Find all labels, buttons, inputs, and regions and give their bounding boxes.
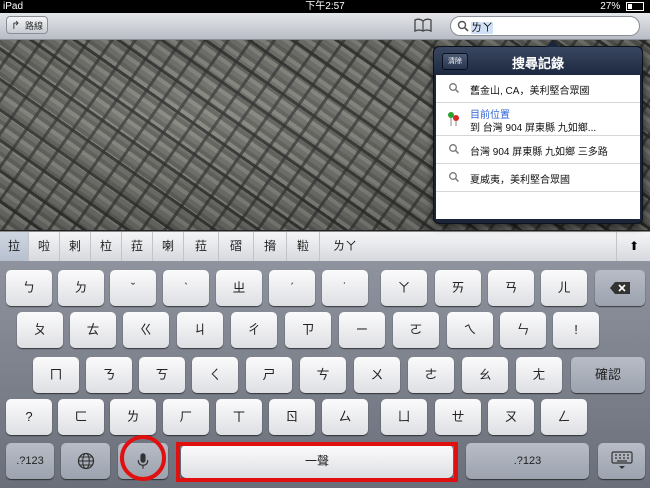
search-history-popover: 清除 搜尋記錄 舊金山, CA，美利堅合眾國 目前位置 到 台灣 904 屏東縣… <box>433 40 643 224</box>
key-d[interactable]: ㄉ <box>58 270 104 306</box>
backspace-key[interactable] <box>595 270 645 306</box>
history-item-hawaii[interactable]: 夏威夷，美利堅合眾國 <box>436 164 640 192</box>
key-ou[interactable]: ㄡ <box>488 399 534 435</box>
candidate-1[interactable]: 啦 <box>29 232 60 261</box>
search-icon <box>449 144 460 155</box>
key-c[interactable]: ㄘ <box>300 357 346 393</box>
search-input-text: ㄌㄚ <box>471 22 493 34</box>
key-f[interactable]: ㄈ <box>58 399 104 435</box>
candidate-3[interactable]: 柆 <box>91 232 122 261</box>
confirm-key[interactable]: 確認 <box>571 357 645 393</box>
key-zh[interactable]: ㄓ <box>216 270 262 306</box>
history-item-label: 夏威夷，美利堅合眾國 <box>470 175 570 186</box>
history-item-san-francisco[interactable]: 舊金山, CA，美利堅合眾國 <box>436 75 640 103</box>
candidate-bar: 拉 啦 剌 柆 菈 喇 菈 磖 搚 鞡 ㄌㄚ ⬆ <box>0 231 650 262</box>
clock: 下午2:57 <box>305 1 345 12</box>
candidate-2[interactable]: 剌 <box>60 232 91 261</box>
key-tone3[interactable]: ˇ <box>110 270 156 306</box>
globe-key[interactable] <box>61 443 110 479</box>
key-ang[interactable]: ㄤ <box>516 357 562 393</box>
annotation-circle <box>120 435 166 481</box>
key-tone2[interactable]: ˊ <box>269 270 315 306</box>
candidate-9[interactable]: 鞡 <box>287 232 320 261</box>
key-neutral-tone[interactable]: ˙ <box>322 270 368 306</box>
key-question[interactable]: ? <box>6 399 52 435</box>
candidate-6[interactable]: 菈 <box>184 232 219 261</box>
battery-status: 27% <box>600 0 644 13</box>
search-field[interactable]: ㄌㄚ <box>450 16 640 36</box>
history-item-label: 台灣 904 屏東縣 九如鄉 三多路 <box>470 147 608 158</box>
candidate-7[interactable]: 磖 <box>219 232 254 261</box>
key-i[interactable]: ㄧ <box>339 312 385 348</box>
candidate-4[interactable]: 菈 <box>122 232 153 261</box>
key-x[interactable]: ㄒ <box>216 399 262 435</box>
key-k[interactable]: ㄎ <box>139 357 185 393</box>
key-a[interactable]: ㄚ <box>381 270 427 306</box>
key-u[interactable]: ㄨ <box>354 357 400 393</box>
key-r[interactable]: ㄖ <box>269 399 315 435</box>
status-bar: iPad 下午2:57 27% <box>0 0 650 13</box>
history-item-subtitle: 到 台灣 904 屏東縣 九如鄉... <box>470 123 597 134</box>
hide-keyboard-key[interactable] <box>598 443 645 479</box>
key-exclamation[interactable]: ! <box>553 312 599 348</box>
globe-icon <box>77 452 94 470</box>
history-item-label: 舊金山, CA，美利堅合眾國 <box>470 86 590 97</box>
battery-icon <box>626 1 644 11</box>
candidate-0[interactable]: 拉 <box>0 232 29 261</box>
route-button-label: 路線 <box>24 21 43 31</box>
key-ai[interactable]: ㄞ <box>435 270 481 306</box>
maps-toolbar: ↱ 路線 ㄌㄚ <box>0 13 650 40</box>
key-l[interactable]: ㄌ <box>110 399 156 435</box>
popover-title: 搜尋記錄 <box>511 56 564 71</box>
key-h[interactable]: ㄏ <box>163 399 209 435</box>
key-m[interactable]: ㄇ <box>33 357 79 393</box>
key-z[interactable]: ㄗ <box>285 312 331 348</box>
route-arrow-icon: ↱ <box>11 20 21 32</box>
key-ao[interactable]: ㄠ <box>462 357 508 393</box>
key-s[interactable]: ㄙ <box>322 399 368 435</box>
key-t[interactable]: ㄊ <box>70 312 116 348</box>
search-icon <box>449 83 460 94</box>
key-eng[interactable]: ㄥ <box>541 399 587 435</box>
history-list: 舊金山, CA，美利堅合眾國 目前位置 到 台灣 904 屏東縣 九如鄉... … <box>436 75 640 219</box>
key-eh[interactable]: ㄝ <box>435 399 481 435</box>
route-button[interactable]: ↱ 路線 <box>6 16 48 34</box>
key-en[interactable]: ㄣ <box>500 312 546 348</box>
key-an[interactable]: ㄢ <box>488 270 534 306</box>
key-e[interactable]: ㄜ <box>408 357 454 393</box>
keyboard-hide-icon <box>610 451 633 469</box>
key-j[interactable]: ㄐ <box>177 312 223 348</box>
key-o[interactable]: ㄛ <box>393 312 439 348</box>
key-tone4[interactable]: ˋ <box>163 270 209 306</box>
key-ch[interactable]: ㄔ <box>231 312 277 348</box>
key-sh[interactable]: ㄕ <box>246 357 292 393</box>
annotation-rectangle <box>176 442 458 482</box>
candidate-8[interactable]: 搚 <box>254 232 287 261</box>
key-q[interactable]: ㄑ <box>192 357 238 393</box>
route-pins-icon <box>448 112 459 126</box>
key-ei[interactable]: ㄟ <box>447 312 493 348</box>
key-p[interactable]: ㄆ <box>17 312 63 348</box>
key-b[interactable]: ㄅ <box>6 270 52 306</box>
key-n[interactable]: ㄋ <box>86 357 132 393</box>
key-g[interactable]: ㄍ <box>123 312 169 348</box>
bookmarks-icon[interactable] <box>414 18 432 32</box>
key-yu[interactable]: ㄩ <box>381 399 427 435</box>
candidate-10[interactable]: ㄌㄚ <box>320 232 370 261</box>
search-icon <box>449 172 460 183</box>
history-item-current-location[interactable]: 目前位置 到 台灣 904 屏東縣 九如鄉... <box>436 103 640 136</box>
battery-percent: 27% <box>600 1 621 12</box>
backspace-icon <box>610 282 630 294</box>
popover-header: 清除 搜尋記錄 <box>434 47 642 75</box>
key-er[interactable]: ㄦ <box>541 270 587 306</box>
numbers-key-left[interactable]: .?123 <box>6 443 54 479</box>
candidate-expand-button[interactable]: ⬆ <box>616 232 650 261</box>
candidate-5[interactable]: 喇 <box>153 232 184 261</box>
numbers-key-right[interactable]: .?123 <box>466 443 589 479</box>
history-item-jiuru-address[interactable]: 台灣 904 屏東縣 九如鄉 三多路 <box>436 136 640 164</box>
search-icon <box>457 20 469 32</box>
